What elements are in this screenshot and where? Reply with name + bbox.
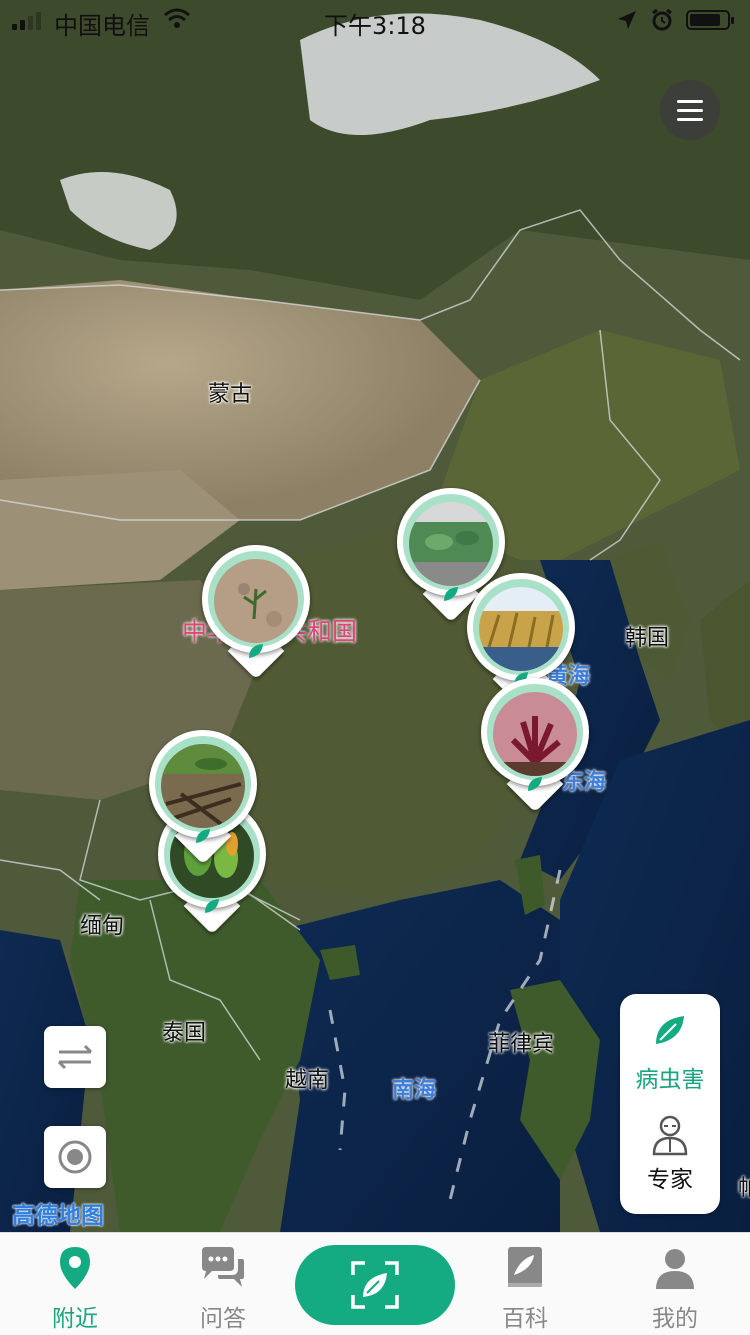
map-label-edge: 帕: [738, 1176, 750, 1201]
scan-identify-button[interactable]: [295, 1245, 455, 1325]
expert-filter-label: 专家: [647, 1167, 693, 1193]
swap-arrows-icon: [57, 1044, 93, 1070]
tab-nearby[interactable]: 附近: [20, 1233, 130, 1335]
leaf-icon: [249, 644, 263, 658]
filter-panel: 病虫害 专家: [620, 994, 720, 1214]
tab-profile-label: 我的: [652, 1306, 698, 1332]
tab-encyclopedia-label: 百科: [502, 1306, 548, 1332]
expert-filter-button[interactable]: 专家: [620, 1104, 720, 1214]
locate-me-button[interactable]: [44, 1126, 106, 1188]
map-label-vietnam: 越南: [285, 1068, 330, 1093]
map-pin[interactable]: [467, 573, 575, 708]
tab-profile[interactable]: 我的: [620, 1233, 730, 1335]
bottom-tab-bar: 附近 问答 百科 我的: [0, 1232, 750, 1335]
menu-icon: [677, 99, 703, 103]
map-label-mongolia: 蒙古: [208, 382, 253, 407]
leaf-icon: [656, 1016, 684, 1044]
tab-qa[interactable]: 问答: [168, 1233, 278, 1335]
alarm-icon: [652, 8, 672, 31]
map-pin[interactable]: [481, 678, 589, 813]
satellite-map[interactable]: 中国电信 下午3:18 蒙古 中华人民共和国 韩国 黄海 东海 缅甸 泰国 越南…: [0, 0, 750, 1232]
location-pin-icon: [60, 1247, 90, 1289]
map-pin[interactable]: [202, 545, 310, 680]
pest-filter-label: 病虫害: [635, 1067, 705, 1093]
status-bar: 中国电信 下午3:18: [0, 0, 750, 40]
scan-leaf-icon: [351, 1261, 399, 1309]
expert-avatar-icon: [652, 1115, 688, 1156]
map-label-korea: 韩国: [625, 626, 670, 651]
layer-switch-button[interactable]: [44, 1026, 106, 1088]
tab-nearby-label: 附近: [52, 1306, 98, 1332]
book-icon: [508, 1247, 542, 1287]
map-label-thailand: 泰国: [162, 1021, 207, 1046]
chat-bubbles-icon: [202, 1247, 244, 1287]
locate-icon: [58, 1140, 92, 1174]
pin-photo: [493, 692, 577, 776]
leaf-icon: [205, 899, 219, 913]
map-label-philippines: 菲律宾: [488, 1032, 555, 1057]
map-pin[interactable]: [149, 730, 257, 865]
person-icon: [656, 1249, 694, 1289]
leaf-icon: [196, 829, 210, 843]
pin-photo: [161, 744, 245, 828]
pin-photo: [479, 587, 563, 671]
amap-logo: 高德地图: [12, 1203, 104, 1229]
tab-qa-label: 问答: [200, 1306, 246, 1332]
menu-button[interactable]: [660, 80, 720, 140]
pest-filter-button[interactable]: 病虫害: [620, 994, 720, 1104]
leaf-icon: [444, 587, 458, 601]
battery-icon: [686, 10, 734, 30]
map-label-myanmar: 缅甸: [80, 914, 125, 939]
tab-encyclopedia[interactable]: 百科: [470, 1233, 580, 1335]
pin-photo: [214, 559, 298, 643]
leaf-icon: [528, 777, 542, 791]
location-arrow-icon: [618, 11, 636, 29]
map-label-south-sea: 南海: [392, 1078, 437, 1103]
